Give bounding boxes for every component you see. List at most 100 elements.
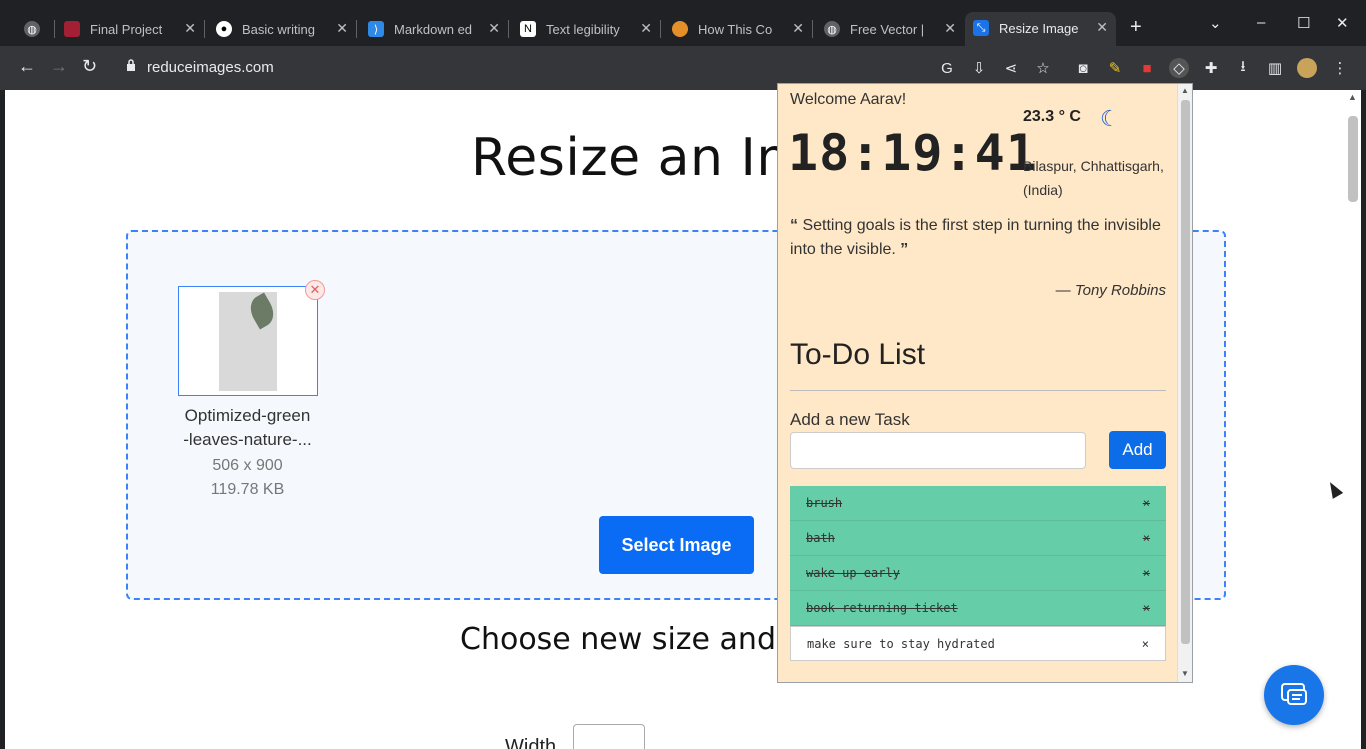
shield-icon <box>64 21 80 37</box>
chat-button[interactable] <box>1264 665 1324 725</box>
quote-author: — Tony Robbins <box>1055 282 1166 299</box>
file-meta: 506 x 900 119.78 KB <box>170 454 325 502</box>
address-bar[interactable]: reduceimages.com <box>112 53 980 81</box>
page-scrollbar[interactable]: ▲ <box>1345 90 1361 749</box>
tab-4[interactable]: N Text legibility ✕ <box>512 13 660 45</box>
extension-popup: Welcome Aarav! 18:19:41 23.3 ° C ☾ Bilas… <box>777 83 1193 683</box>
reload-icon[interactable]: ↻ <box>82 56 97 77</box>
width-input[interactable] <box>573 724 645 749</box>
width-label: Width <box>505 736 557 749</box>
delete-task-button[interactable]: × <box>1143 566 1150 580</box>
globe-icon: ◍ <box>824 21 840 37</box>
tab-separator <box>204 20 205 38</box>
tab-title: How This Co <box>698 21 773 37</box>
remove-image-button[interactable]: ✕ <box>305 280 325 300</box>
file-dimensions: 506 x 900 <box>212 457 283 474</box>
task-text: brush <box>806 496 843 510</box>
task-item[interactable]: wake up early × <box>790 556 1166 591</box>
task-item[interactable]: bath × <box>790 521 1166 556</box>
scroll-up-icon[interactable]: ▲ <box>1181 86 1189 95</box>
install-icon[interactable]: ⇩ <box>969 58 989 78</box>
tab-separator <box>356 20 357 38</box>
delete-task-button[interactable]: × <box>1143 601 1150 615</box>
tab-1[interactable]: Final Project ✕ <box>56 13 204 45</box>
menu-icon[interactable]: ⋮ <box>1330 58 1350 78</box>
delete-task-button[interactable]: × <box>1143 531 1150 545</box>
tab-6[interactable]: ◍ Free Vector | ✕ <box>816 13 964 45</box>
share-icon[interactable]: ⋖ <box>1001 58 1021 78</box>
minimize-button[interactable]: – <box>1257 14 1265 31</box>
close-icon[interactable]: ✕ <box>792 20 804 37</box>
close-window-button[interactable]: ✕ <box>1336 14 1349 32</box>
moon-icon: ☾ <box>1100 106 1120 131</box>
tab-5[interactable]: How This Co ✕ <box>664 13 812 45</box>
leaf-shape <box>244 292 280 330</box>
task-text: bath <box>806 531 835 545</box>
notion-icon: N <box>520 21 536 37</box>
bookmark-star-icon[interactable]: ☆ <box>1033 58 1053 78</box>
close-icon[interactable]: ✕ <box>1096 19 1108 36</box>
lock-icon <box>127 59 135 71</box>
forward-icon[interactable]: → <box>50 56 68 77</box>
delete-task-button[interactable]: × <box>1143 496 1150 510</box>
maximize-button[interactable]: ☐ <box>1297 14 1310 32</box>
popup-scrollbar-thumb[interactable] <box>1181 100 1190 644</box>
task-text: wake up early <box>806 566 900 580</box>
camera-icon[interactable]: ◙ <box>1073 58 1093 78</box>
popup-scrollbar[interactable]: ▲ ▼ <box>1177 84 1192 682</box>
tab-separator <box>660 20 661 38</box>
tab-separator <box>508 20 509 38</box>
tab-2[interactable]: ● Basic writing ✕ <box>208 13 356 45</box>
scroll-down-icon[interactable]: ▼ <box>1181 669 1189 678</box>
task-input[interactable] <box>790 432 1086 469</box>
google-icon[interactable]: G <box>937 58 957 78</box>
tab-title: Resize Image <box>999 20 1079 36</box>
open-quote-icon: “ <box>790 217 803 234</box>
avatar[interactable] <box>1297 58 1317 78</box>
highlighter-icon[interactable]: ✎ <box>1105 58 1125 78</box>
puzzle-icon[interactable]: ✚ <box>1201 58 1221 78</box>
task-text: book returning ticket <box>806 601 958 615</box>
image-thumbnail-card[interactable] <box>178 286 318 396</box>
url-text: reduceimages.com <box>147 59 274 76</box>
todo-title: To-Do List <box>790 338 926 371</box>
task-item[interactable]: book returning ticket × <box>790 591 1166 626</box>
back-icon[interactable]: ← <box>18 56 36 77</box>
file-name: Optimized-green -leaves-nature-... <box>170 404 325 452</box>
task-item[interactable]: make sure to stay hydrated × <box>790 626 1166 661</box>
close-icon[interactable]: ✕ <box>184 20 196 37</box>
welcome-text: Welcome Aarav! <box>790 91 907 108</box>
close-icon[interactable]: ✕ <box>944 20 956 37</box>
vscode-icon: ⟩ <box>368 21 384 37</box>
tab-separator <box>812 20 813 38</box>
clock-display: 18:19:41 <box>788 124 1037 182</box>
tab-0[interactable]: ◍ <box>16 13 56 45</box>
section-heading: Choose new size and <box>460 622 776 657</box>
add-task-button[interactable]: Add <box>1109 431 1166 469</box>
tab-3[interactable]: ⟩ Markdown ed ✕ <box>360 13 508 45</box>
scrollbar-thumb[interactable] <box>1348 116 1358 202</box>
close-icon[interactable]: ✕ <box>336 20 348 37</box>
tab-search-icon[interactable]: ⌄ <box>1209 14 1222 32</box>
close-icon[interactable]: ✕ <box>640 20 652 37</box>
stop-icon[interactable]: ■ <box>1137 58 1157 78</box>
close-quote-icon: ” <box>895 241 909 258</box>
tab-separator <box>54 20 55 38</box>
tab-title: Basic writing <box>242 21 315 37</box>
task-item[interactable]: brush × <box>790 486 1166 521</box>
side-panel-icon[interactable]: ▥ <box>1265 58 1285 78</box>
close-icon[interactable]: ✕ <box>488 20 500 37</box>
quote-text: Setting goals is the first step in turni… <box>790 217 1161 258</box>
file-size: 119.78 KB <box>210 481 285 498</box>
scroll-up-icon[interactable]: ▲ <box>1348 92 1357 102</box>
delete-task-button[interactable]: × <box>1142 637 1149 651</box>
file-name-line2: -leaves-nature-... <box>183 430 312 449</box>
page-title: Resize an Im <box>471 128 808 188</box>
new-tab-button[interactable]: + <box>1130 16 1142 39</box>
mouse-cursor <box>1324 479 1344 499</box>
download-icon[interactable]: ⭳ <box>1233 58 1253 78</box>
extension-active-icon[interactable]: ◇ <box>1169 58 1189 78</box>
divider <box>790 390 1166 391</box>
temperature: 23.3 ° C <box>1023 108 1081 125</box>
select-image-button[interactable]: Select Image <box>599 516 754 574</box>
